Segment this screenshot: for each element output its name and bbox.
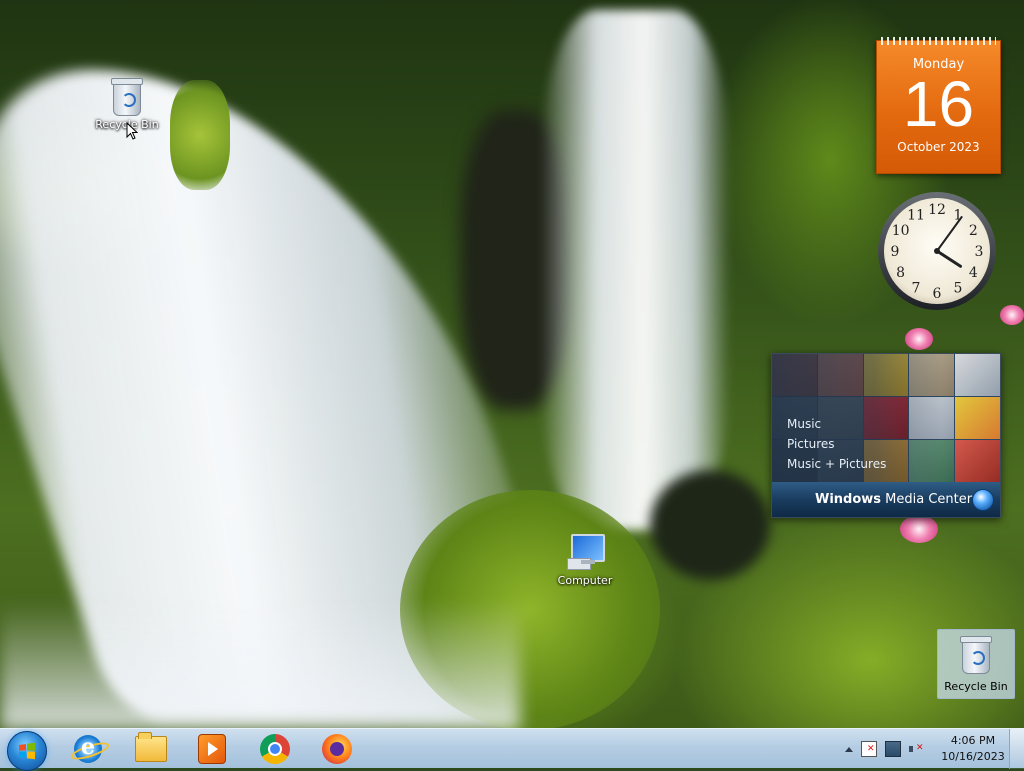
clock-numeral: 3 [975,244,984,260]
calendar-rings [881,37,996,45]
wallpaper-mist [0,600,520,728]
clock-numeral: 2 [969,223,978,239]
media-center-brand-bar[interactable]: Windows Media Center [772,482,1000,517]
taskbar-media-player[interactable] [188,731,236,767]
computer-icon [563,532,607,572]
network-icon[interactable] [885,741,901,757]
taskbar-internet-explorer[interactable] [64,731,112,767]
calendar-month-year: October 2023 [897,140,980,154]
clock-numeral: 6 [933,286,942,302]
desktop-icon-computer[interactable]: Computer [547,532,623,587]
mouse-cursor-icon [126,121,139,143]
flower-decoration [1000,305,1024,325]
media-menu: Music Pictures Music + Pictures [787,414,886,474]
wallpaper-waterfall [540,10,730,530]
windows-flag-icon [19,742,35,760]
calendar-gadget[interactable]: Monday 16 October 2023 [876,37,1001,174]
wallpaper-rock [650,470,770,580]
wallpaper-moss [170,80,230,190]
action-center-flag-icon[interactable] [861,741,877,757]
flower-decoration [905,328,933,350]
show-hidden-icons[interactable] [845,746,853,752]
clock-center [934,248,940,254]
clock-numeral: 10 [892,223,910,239]
media-center-brand-bold: Windows [815,492,882,507]
clock-numeral: 5 [954,280,963,296]
clock-gadget[interactable]: 12 1 2 3 4 5 6 7 8 9 10 11 [876,190,998,312]
clock-numeral: 12 [928,202,946,218]
show-desktop-button[interactable] [1009,729,1024,769]
media-player-icon [198,734,226,764]
folder-icon [135,732,167,762]
chrome-icon [260,734,290,764]
calendar-day: 16 [902,68,975,140]
media-center-brand-rest: Media Center [881,492,973,507]
media-center-gadget[interactable]: Music Pictures Music + Pictures Windows … [771,353,1001,518]
media-tile [955,440,1000,482]
ie-icon [74,734,102,763]
desktop-icon-label: Computer [557,574,613,587]
recycle-bin-icon [111,78,143,116]
taskbar-file-explorer[interactable] [127,731,175,767]
desktop-icon-label: Recycle Bin [944,680,1008,693]
taskbar-date: 10/16/2023 [941,750,1005,763]
media-tile [955,397,1000,439]
clock-numeral: 4 [969,265,978,281]
taskbar-clock[interactable]: 4:06 PM 10/16/2023 [940,733,1006,765]
media-menu-item-pictures[interactable]: Pictures [787,434,886,454]
taskbar-chrome[interactable] [251,731,299,767]
media-menu-item-music-pictures[interactable]: Music + Pictures [787,454,886,474]
clock-numeral: 7 [912,280,921,296]
start-button[interactable] [7,731,47,771]
media-menu-item-music[interactable]: Music [787,414,886,434]
clock-numeral: 11 [907,208,925,224]
volume-muted-icon[interactable] [909,742,924,756]
taskbar-time: 4:06 PM [950,734,996,747]
desktop-icon-recycle-bin-right[interactable]: Recycle Bin [937,629,1015,699]
windows-orb-icon [972,489,994,511]
recycle-bin-icon [960,636,992,674]
flower-decoration [900,515,938,543]
clock-numeral: 8 [896,265,905,281]
taskbar-firefox[interactable] [313,731,361,767]
media-tile [955,354,1000,396]
system-tray [845,729,924,769]
clock-numeral: 9 [891,244,900,260]
firefox-icon [322,734,352,764]
taskbar: 4:06 PM 10/16/2023 [0,728,1024,771]
